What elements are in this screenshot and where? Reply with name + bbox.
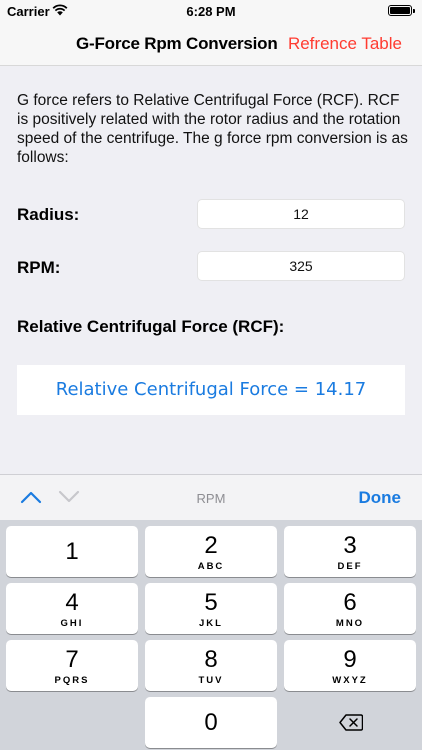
key-number: 4 (65, 589, 79, 616)
key-letters: GHI (60, 618, 84, 629)
page-title: G-Force Rpm Conversion (76, 34, 278, 53)
done-button[interactable]: Done (359, 488, 402, 508)
battery-icon (388, 5, 415, 16)
key-letters: WXYZ (332, 675, 368, 686)
key-3[interactable]: 3 DEF (284, 526, 416, 577)
key-6[interactable]: 6 MNO (284, 583, 416, 634)
keyboard-toolbar: RPM Done (0, 474, 422, 520)
key-9[interactable]: 9 WXYZ (284, 640, 416, 691)
key-8[interactable]: 8 TUV (145, 640, 277, 691)
clock-time: 6:28 PM (186, 4, 236, 19)
key-number: 6 (343, 589, 357, 616)
key-0[interactable]: 0 (145, 697, 277, 748)
key-number: 8 (204, 646, 218, 673)
key-letters: PQRS (54, 675, 90, 686)
key-1[interactable]: 1 (6, 526, 138, 577)
rcf-result: Relative Centrifugal Force = 14.17 (17, 365, 405, 415)
numeric-keypad: 1 2 ABC 3 DEF 4 GHI 5 JKL 6 MNO 7 PQRS 8… (0, 520, 422, 750)
key-number: 1 (65, 538, 79, 565)
status-bar: Carrier 6:28 PM (0, 0, 422, 22)
navigation-bar: G-Force Rpm Conversion Refrence Table (0, 22, 422, 66)
key-letters: MNO (335, 618, 365, 629)
rcf-label: Relative Centrifugal Force (RCF): (17, 317, 285, 336)
rpm-input[interactable]: 325 (197, 251, 405, 281)
key-5[interactable]: 5 JKL (145, 583, 277, 634)
key-letters: JKL (199, 618, 223, 629)
key-number: 9 (343, 646, 357, 673)
radius-label: Radius: (17, 205, 80, 224)
key-number: 5 (204, 589, 218, 616)
key-letters: DEF (337, 561, 363, 572)
delete-key[interactable] (284, 697, 416, 748)
key-letters: TUV (198, 675, 224, 686)
backspace-icon (339, 714, 363, 731)
key-letters: ABC (197, 561, 225, 572)
rpm-label: RPM: (17, 258, 61, 277)
key-number: 0 (204, 709, 218, 736)
reference-table-button[interactable]: Refrence Table (288, 34, 402, 54)
key-number: 2 (204, 532, 218, 559)
radius-input[interactable]: 12 (197, 199, 405, 229)
key-7[interactable]: 7 PQRS (6, 640, 138, 691)
key-number: 3 (343, 532, 357, 559)
key-number: 7 (65, 646, 79, 673)
key-2[interactable]: 2 ABC (145, 526, 277, 577)
description-text: G force refers to Relative Centrifugal F… (17, 92, 408, 166)
main-content: G force refers to Relative Centrifugal F… (0, 67, 422, 474)
key-4[interactable]: 4 GHI (6, 583, 138, 634)
